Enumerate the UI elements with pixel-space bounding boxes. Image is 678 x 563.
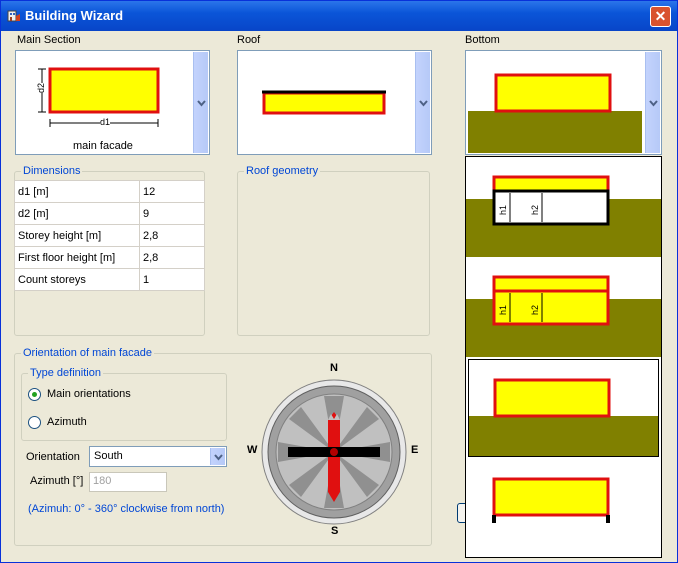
h1-label: h1 — [498, 304, 509, 316]
roof-label: Roof — [237, 34, 261, 46]
azimuth-radio[interactable] — [28, 416, 41, 429]
azimuth-input[interactable]: 180 — [89, 472, 167, 492]
h1-label: h1 — [498, 204, 509, 216]
main-section-dropdown-button[interactable] — [193, 52, 208, 153]
row-label: Count storeys — [14, 268, 140, 291]
chevron-down-icon — [649, 99, 658, 107]
roof-preview — [262, 90, 386, 115]
roof-geometry-group: Roof geometry — [237, 165, 430, 336]
roof-geometry-title: Roof geometry — [244, 165, 321, 177]
bottom-option-basement[interactable]: h1 h2 — [466, 157, 661, 257]
title-bar[interactable]: Building Wizard ✕ — [1, 1, 677, 31]
compass-rose — [261, 379, 407, 525]
main-orientations-label[interactable]: Main orientations — [47, 388, 131, 400]
d1-value-cell[interactable]: 12 — [139, 180, 205, 203]
bottom-option-on-ground[interactable] — [468, 359, 659, 457]
chevron-down-icon — [197, 99, 206, 107]
bottom-preview — [468, 73, 642, 153]
building-wizard-window: Building Wizard ✕ Main Section d2 d1 mai… — [0, 0, 678, 563]
type-definition-title: Type definition — [28, 367, 103, 379]
dimensions-table: d1 [m] 12 d2 [m] 9 Storey height [m] 2,8… — [14, 180, 205, 291]
orientation-title: Orientation of main facade — [21, 347, 155, 359]
close-button[interactable]: ✕ — [650, 6, 671, 27]
table-row[interactable]: Storey height [m] 2,8 — [14, 224, 205, 247]
orientation-select[interactable]: South — [89, 446, 227, 467]
orientation-label: Orientation — [26, 451, 80, 463]
chevron-down-icon — [419, 99, 428, 107]
table-row[interactable]: Count storeys 1 — [14, 268, 205, 291]
bottom-option-heated-basement[interactable]: h1 h2 — [466, 257, 661, 357]
bottom-option-basement-preview — [466, 175, 661, 257]
compass-n-label: N — [330, 362, 338, 374]
compass-e-label: E — [411, 444, 419, 456]
building-icon — [7, 10, 20, 22]
table-row[interactable]: d2 [m] 9 — [14, 202, 205, 225]
main-facade-label: main facade — [73, 140, 133, 152]
storey-height-value-cell[interactable]: 2,8 — [139, 224, 205, 247]
main-section-preview — [38, 67, 160, 127]
main-section-combo[interactable]: d2 d1 main facade — [15, 50, 210, 155]
bottom-option-heated-basement-preview — [466, 275, 661, 357]
h2-label: h2 — [530, 304, 541, 316]
bottom-dropdown-list[interactable]: h1 h2 h1 h2 — [465, 156, 662, 558]
row-label: d2 [m] — [14, 202, 140, 225]
main-orientations-radio[interactable] — [28, 388, 41, 401]
count-storeys-value-cell[interactable]: 1 — [139, 268, 205, 291]
azimuth-label: Azimuth [°] — [30, 475, 84, 487]
dimensions-title: Dimensions — [21, 165, 83, 177]
bottom-combo[interactable] — [465, 50, 662, 155]
bottom-dropdown-button[interactable] — [645, 52, 660, 153]
h2-label: h2 — [530, 204, 541, 216]
compass-w-label: W — [247, 444, 258, 456]
roof-combo[interactable] — [237, 50, 432, 155]
bottom-option-on-ground-preview — [469, 378, 658, 456]
compass-s-label: S — [331, 525, 339, 537]
row-label: Storey height [m] — [14, 224, 140, 247]
azimuth-hint: (Azimuh: 0° - 360° clockwise from north) — [28, 503, 225, 515]
azimuth-radio-label[interactable]: Azimuth — [47, 416, 87, 428]
row-label: d1 [m] — [14, 180, 140, 203]
chevron-down-icon — [214, 453, 223, 461]
d1-label: d1 — [100, 117, 111, 127]
type-definition-group: Type definition — [21, 367, 227, 441]
orientation-select-value: South — [94, 450, 123, 462]
roof-dropdown-button[interactable] — [415, 52, 430, 153]
bottom-option-raised[interactable] — [466, 457, 661, 557]
window-title: Building Wizard — [25, 8, 124, 23]
d2-label: d2 — [36, 82, 47, 94]
orientation-dropdown-button[interactable] — [210, 448, 225, 465]
table-row[interactable]: First floor height [m] 2,8 — [14, 246, 205, 269]
main-section-label: Main Section — [17, 34, 81, 46]
table-row[interactable]: d1 [m] 12 — [14, 180, 205, 203]
first-floor-height-value-cell[interactable]: 2,8 — [139, 246, 205, 269]
bottom-label: Bottom — [465, 34, 500, 46]
bottom-option-raised-preview — [492, 477, 610, 523]
d2-value-cell[interactable]: 9 — [139, 202, 205, 225]
row-label: First floor height [m] — [14, 246, 140, 269]
